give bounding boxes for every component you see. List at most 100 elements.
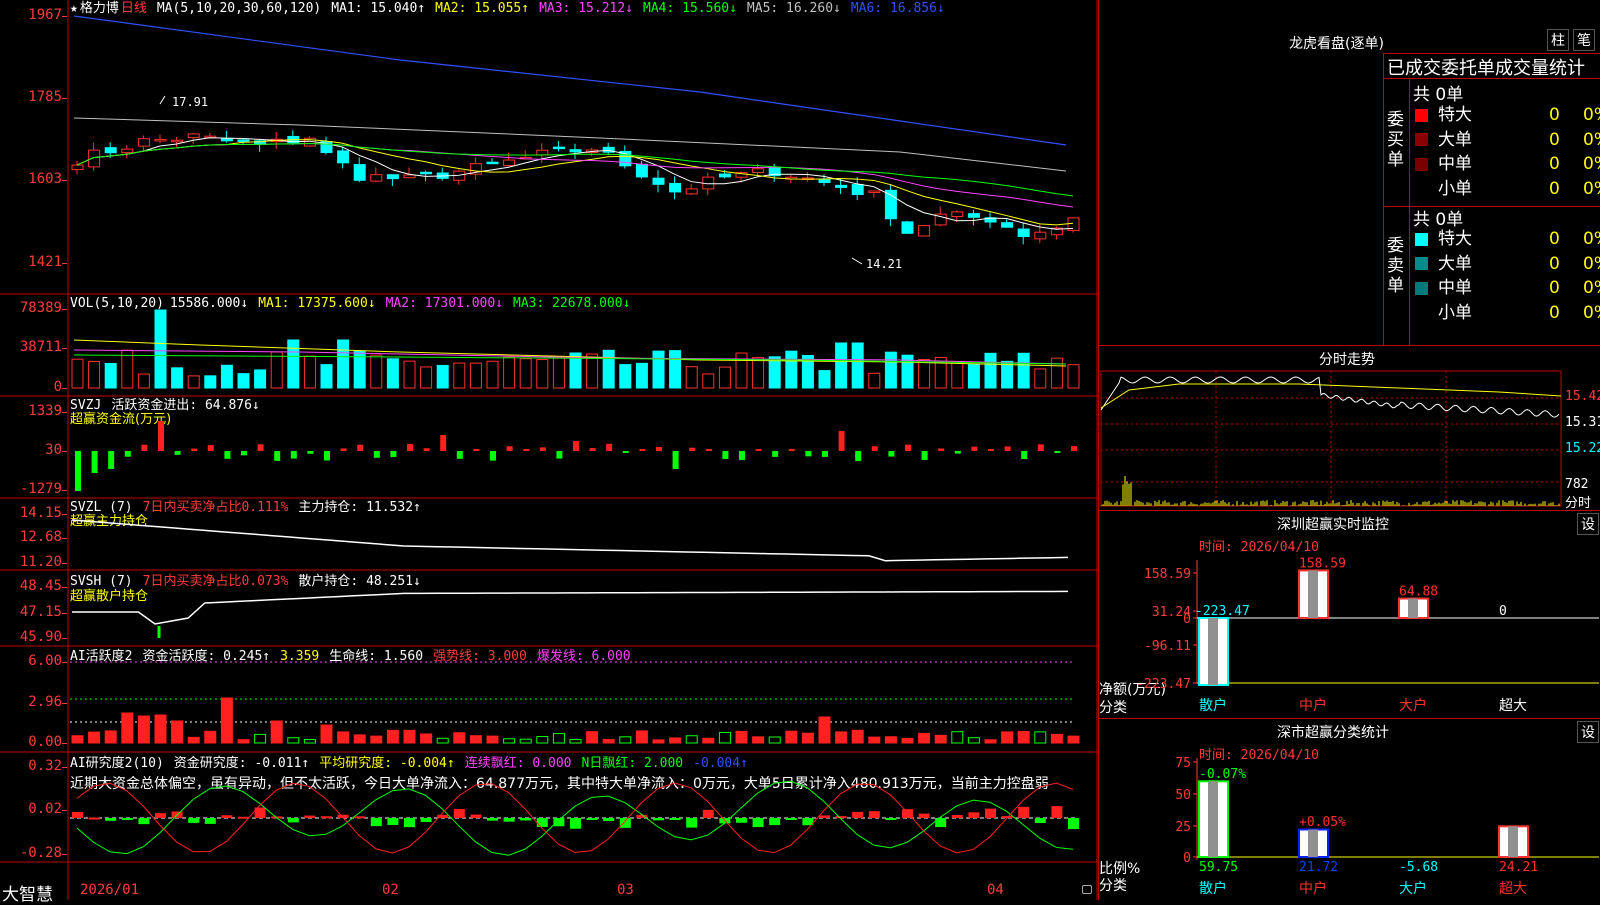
ai-research-bar xyxy=(785,818,797,820)
svzj-bar xyxy=(855,451,862,461)
ai-research-bar xyxy=(520,818,532,821)
ai-active-bar xyxy=(353,734,366,744)
volume-bar xyxy=(154,309,167,389)
ai-active-bar xyxy=(536,736,549,744)
volume-bar xyxy=(752,357,765,389)
ai-active-bar xyxy=(420,733,433,744)
candle-body xyxy=(1001,222,1014,228)
candle-body xyxy=(154,138,167,142)
ai-research-bar xyxy=(155,813,166,818)
volume-bar xyxy=(220,364,233,389)
ai-active-bar xyxy=(270,720,283,744)
volume-bar xyxy=(519,358,532,389)
svsh-axis-label-2-tick xyxy=(62,638,67,639)
classify-category-0: 散户 xyxy=(1199,880,1227,897)
classify-category-2: 大户 xyxy=(1399,880,1427,897)
volume-bar xyxy=(187,375,200,389)
volume-bar xyxy=(204,375,217,389)
ai-active-bar xyxy=(386,729,399,744)
volume-bar xyxy=(718,366,731,389)
volume-bar xyxy=(303,355,316,389)
volume-bar xyxy=(469,362,482,389)
svzj-bar xyxy=(938,448,945,451)
ai-active-bar xyxy=(204,730,217,744)
svzj-bar xyxy=(124,451,131,457)
svzj-bar xyxy=(988,449,994,451)
ai-active-bar xyxy=(569,738,582,744)
candle-body xyxy=(137,138,150,147)
svzj-bar xyxy=(573,441,579,451)
price-axis-label-3-tick xyxy=(62,263,67,264)
ai-research-bar xyxy=(188,818,200,823)
svzj-bar xyxy=(905,444,911,451)
svzj-bar xyxy=(1054,451,1061,453)
volume-bar xyxy=(918,358,931,389)
monitor-category-3: 超大 xyxy=(1499,698,1527,714)
right-charts-canvas: 158.5931.240-96.11-223.47-223.47散户158.59… xyxy=(1100,370,1599,897)
ai-active-axis-label-0-tick xyxy=(62,662,67,663)
classify-axis-label: 25 xyxy=(1175,820,1191,835)
ai-research-bar xyxy=(105,818,117,821)
volume-bar xyxy=(702,373,715,389)
vol-axis-label-0-tick xyxy=(62,309,67,310)
classify-category-1: 中户 xyxy=(1299,880,1327,897)
svzj-bar xyxy=(506,446,513,451)
svzj-bar xyxy=(622,451,629,453)
candle-body xyxy=(652,177,665,185)
svzj-bar xyxy=(871,446,878,451)
ai-active-bar xyxy=(851,729,864,744)
svzj-bar xyxy=(805,451,812,457)
candle-body xyxy=(635,163,648,178)
chart-canvas[interactable]: 17.91 14.21 xyxy=(0,0,1098,900)
ai-research-bar xyxy=(221,815,233,818)
volume-bar xyxy=(1050,357,1063,389)
svzj-bar xyxy=(191,448,198,451)
main-chart-area[interactable]: ★ 格力博 日线 MA(5,10,20,30,60,120) MA1: 15.040↑ M… xyxy=(0,0,1098,905)
svzj-bar xyxy=(971,446,978,451)
ai-research-bar xyxy=(387,818,399,825)
volume-bar xyxy=(785,350,798,389)
candle-body xyxy=(901,221,914,234)
ai-research-bar xyxy=(404,818,415,828)
svzj-bar xyxy=(772,451,779,457)
ai-research-bar xyxy=(852,811,864,818)
ai-active-bar xyxy=(884,736,897,744)
svzj-bar xyxy=(207,445,214,451)
svzj-bar xyxy=(440,435,447,451)
classify-bar-shade-0 xyxy=(1208,781,1218,857)
ai-research-bar xyxy=(304,815,316,818)
volume-bar xyxy=(1017,352,1030,389)
vol-axis-label-1-tick xyxy=(62,348,67,349)
price-axis-label-0-tick xyxy=(62,16,67,17)
ai-active-bar xyxy=(220,697,233,744)
ai-research-bar xyxy=(470,814,482,818)
ai-active-axis-label-0: 6.00 xyxy=(28,653,62,669)
svzl-line xyxy=(71,519,1069,562)
ai-active-bar xyxy=(818,716,831,744)
svzj-bar xyxy=(257,444,264,451)
volume-bar xyxy=(818,370,831,389)
candle-body xyxy=(486,161,499,165)
svzj-axis-label-1-tick xyxy=(62,451,67,452)
svzj-bar xyxy=(91,451,98,473)
volume-bar xyxy=(88,361,101,389)
classify-axis-label: 0 xyxy=(1183,851,1191,866)
ai-research-bar xyxy=(1018,806,1030,818)
ai-active-bar xyxy=(137,715,150,744)
ai-research-bar xyxy=(1051,806,1063,818)
candle-body xyxy=(552,146,565,150)
ai-research-axis-label-0: 0.32 xyxy=(28,758,62,774)
svzj-bar xyxy=(556,451,563,459)
ai-active-bar xyxy=(1001,731,1014,744)
ai-active-bar xyxy=(868,736,881,744)
volume-bar xyxy=(835,342,848,389)
low-annotation: 14.21 xyxy=(851,257,902,271)
ai-active-bar xyxy=(320,724,333,744)
volume-bar xyxy=(984,352,997,389)
svzj-bar xyxy=(722,451,729,460)
price-axis-label-3: 1421 xyxy=(28,254,62,270)
ai-research-bar xyxy=(935,818,947,828)
candle-body xyxy=(851,184,864,196)
volume-bar xyxy=(171,367,184,389)
ai-research-axis-label-1: 0.02 xyxy=(28,801,62,817)
